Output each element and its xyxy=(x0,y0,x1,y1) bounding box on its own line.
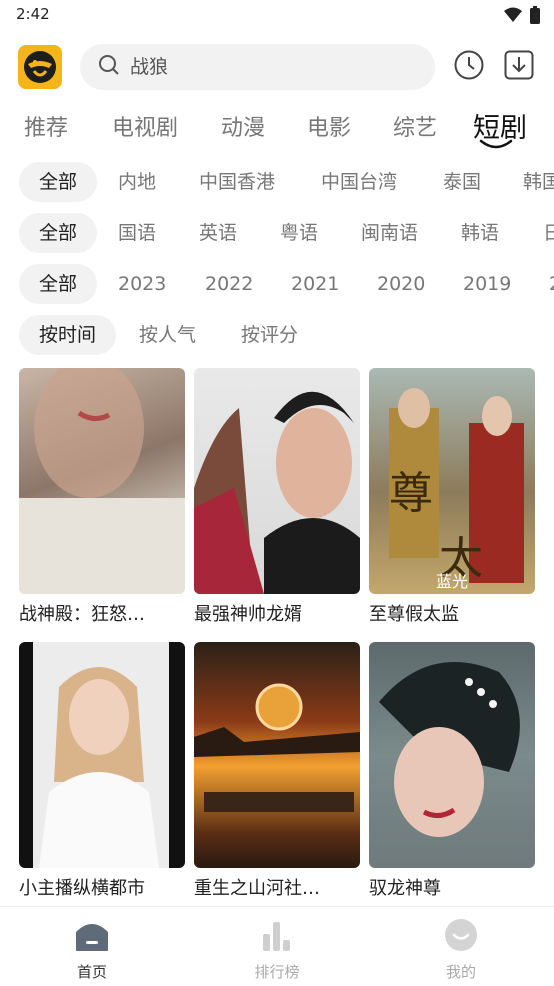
poster-art xyxy=(194,391,360,594)
video-poster[interactable] xyxy=(369,642,535,868)
nav-home-label: 首页 xyxy=(76,963,107,981)
language-filter-row: 全部 国语 英语 粤语 闽南语 韩语 日语 xyxy=(0,213,554,255)
tab-active-indicator xyxy=(479,139,513,149)
status-icons xyxy=(504,6,540,28)
tab-anime[interactable]: 动漫 xyxy=(221,110,265,142)
region-chip[interactable]: 内地 xyxy=(118,162,156,202)
video-title: 最强神帅龙婿 xyxy=(194,604,302,625)
year-chip[interactable]: 2022 xyxy=(205,264,253,304)
video-poster[interactable] xyxy=(19,642,185,868)
category-tabs: 推荐 电视剧 动漫 电影 综艺 短剧 xyxy=(0,102,554,154)
language-chip-all[interactable]: 全部 xyxy=(19,213,98,253)
top-bar xyxy=(0,40,554,96)
region-chip[interactable]: 中国台湾 xyxy=(321,162,397,202)
poster-art xyxy=(33,642,169,868)
poster-art xyxy=(19,368,185,594)
battery-icon xyxy=(530,6,540,28)
video-card[interactable]: 战神殿：狂怒… xyxy=(19,368,185,626)
video-card[interactable]: 重生之山河社… xyxy=(194,642,360,900)
language-chip[interactable]: 英语 xyxy=(199,213,237,253)
video-title: 战神殿：狂怒… xyxy=(19,604,145,625)
year-chip[interactable]: 2019 xyxy=(463,264,511,304)
profile-icon xyxy=(443,917,479,953)
download-button[interactable] xyxy=(502,50,536,84)
video-title: 小主播纵横都市 xyxy=(19,878,145,899)
app-logo[interactable] xyxy=(18,45,62,89)
home-icon xyxy=(74,917,110,953)
status-time: 2:42 xyxy=(16,5,50,23)
search-input[interactable] xyxy=(130,56,410,78)
video-card[interactable]: 驭龙神尊 xyxy=(369,642,535,900)
video-poster[interactable] xyxy=(194,642,360,868)
language-chip[interactable]: 闽南语 xyxy=(361,213,418,253)
video-poster[interactable] xyxy=(19,368,185,594)
tab-variety[interactable]: 综艺 xyxy=(393,110,437,142)
sort-filter-row: 按时间 按人气 按评分 xyxy=(0,315,554,357)
nav-ranking-label: 排行榜 xyxy=(254,963,300,981)
tab-recommend[interactable]: 推荐 xyxy=(24,110,68,142)
video-title: 重生之山河社… xyxy=(194,878,320,899)
year-chip[interactable]: 2023 xyxy=(118,264,166,304)
year-chip[interactable]: 2020 xyxy=(377,264,425,304)
search-icon xyxy=(98,54,120,80)
sort-chip-popularity[interactable]: 按人气 xyxy=(139,315,196,355)
poster-art xyxy=(379,662,520,837)
ranking-icon xyxy=(259,917,295,953)
status-bar: 2:42 xyxy=(0,0,554,30)
year-chip[interactable]: 2018 xyxy=(549,264,554,304)
poster-art xyxy=(194,683,360,812)
video-card[interactable]: 最强神帅龙婿 xyxy=(194,368,360,626)
quality-badge: 蓝光 xyxy=(435,572,468,591)
region-chip[interactable]: 韩国 xyxy=(523,162,554,202)
video-title: 驭龙神尊 xyxy=(369,878,441,899)
sort-chip-time[interactable]: 按时间 xyxy=(19,315,117,355)
language-chip[interactable]: 粤语 xyxy=(280,213,318,253)
video-card[interactable]: 小主播纵横都市 xyxy=(19,642,185,900)
nav-ranking[interactable]: 排行榜 xyxy=(217,917,337,982)
history-button[interactable] xyxy=(452,50,486,84)
language-chip[interactable]: 日语 xyxy=(543,213,554,253)
region-chip[interactable]: 泰国 xyxy=(443,162,481,202)
nav-home[interactable]: 首页 xyxy=(32,917,152,982)
svg-text:尊: 尊 xyxy=(389,468,433,519)
year-filter-row: 全部 2023 2022 2021 2020 2019 2018 xyxy=(0,264,554,306)
region-filter-row: 全部 内地 中国香港 中国台湾 泰国 韩国 xyxy=(0,162,554,204)
sort-chip-rating[interactable]: 按评分 xyxy=(241,315,298,355)
video-card[interactable]: 尊 太 蓝光 至尊假太监 xyxy=(369,368,535,626)
language-chip[interactable]: 国语 xyxy=(118,213,156,253)
search-bar[interactable] xyxy=(80,44,435,90)
poster-art: 尊 太 xyxy=(389,388,524,584)
tab-short-drama[interactable]: 短剧 xyxy=(473,102,533,154)
year-chip-all[interactable]: 全部 xyxy=(19,264,98,304)
language-chip[interactable]: 韩语 xyxy=(461,213,499,253)
video-poster[interactable]: 尊 太 蓝光 xyxy=(369,368,535,594)
region-chip[interactable]: 中国香港 xyxy=(199,162,275,202)
nav-profile[interactable]: 我的 xyxy=(401,917,521,982)
nav-profile-label: 我的 xyxy=(445,963,476,981)
bottom-nav: 首页 排行榜 我的 xyxy=(0,906,554,986)
video-title: 至尊假太监 xyxy=(369,604,459,625)
region-chip-all[interactable]: 全部 xyxy=(19,162,98,202)
video-poster[interactable] xyxy=(194,368,360,594)
tab-tv-series[interactable]: 电视剧 xyxy=(112,110,178,142)
year-chip[interactable]: 2021 xyxy=(291,264,339,304)
download-icon xyxy=(503,49,535,85)
clock-icon xyxy=(453,49,485,85)
wifi-icon xyxy=(504,7,522,27)
tab-movie[interactable]: 电影 xyxy=(307,110,351,142)
